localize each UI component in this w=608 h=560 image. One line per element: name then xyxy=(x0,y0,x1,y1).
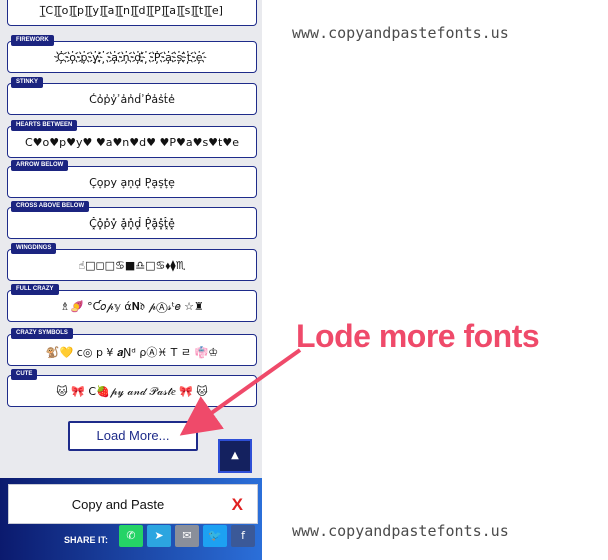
copy-preview-box: Copy and Paste X xyxy=(8,484,258,524)
font-sample-text: C҉o҉p҉y҉ ҉a҉n҉d҉ ҉P҉a҉s҉t҉e҉ xyxy=(56,51,208,64)
font-sample-text: C̾o̾p̾y̾ ̾a̾n̾d̾ ̾P̾a̾s̾t̾e̾ xyxy=(89,93,175,106)
load-more-button[interactable]: Load More... xyxy=(68,421,198,451)
font-sample-text: 🐱 🎀 C🍓𝓅𝓎 𝒶𝓃𝒹 𝒫𝒶𝓈𝓉𝑒 🎀 🐱 xyxy=(56,385,208,398)
arrow-up-icon: ▲ xyxy=(231,450,239,461)
twitter-icon: 🐦 xyxy=(208,529,222,542)
font-card[interactable]: CUTE 🐱 🎀 C🍓𝓅𝓎 𝒶𝓃𝒹 𝒫𝒶𝓈𝓉𝑒 🎀 🐱 xyxy=(7,369,257,407)
copy-preview-text[interactable]: Copy and Paste xyxy=(9,485,227,525)
font-card[interactable]: HEARTS BETWEEN C♥o♥p♥y♥ ♥a♥n♥d♥ ♥P♥a♥s♥t♥… xyxy=(7,120,257,158)
font-card[interactable]: CROSS ABOVE BELOW C͓̽o͓̽p͓̽y͓̽ a͓̽n͓̽d͓̽ … xyxy=(7,201,257,239)
telegram-icon: ➤ xyxy=(154,529,164,542)
font-style-tag: STINKY xyxy=(11,77,44,88)
share-telegram-button[interactable]: ➤ xyxy=(147,525,171,547)
font-style-tag: FIREWORK xyxy=(11,35,54,46)
share-twitter-button[interactable]: 🐦 xyxy=(203,525,227,547)
font-list-panel: [̲̅C][̲̅o][̲̅p][̲̅y][̲̅a][̲̅n][̲̅d][̲̅P]… xyxy=(0,0,262,560)
font-sample-text: C♥o♥p♥y♥ ♥a♥n♥d♥ ♥P♥a♥s♥t♥e xyxy=(25,136,239,149)
font-style-tag: CRAZY SYMBOLS xyxy=(11,328,73,339)
font-style-tag: CUTE xyxy=(11,369,38,380)
font-style-tag: ARROW BELOW xyxy=(11,160,69,171)
font-card[interactable]: [̲̅C][̲̅o][̲̅p][̲̅y][̲̅a][̲̅n][̲̅d][̲̅P]… xyxy=(7,0,257,26)
font-sample-text: C͎o͎p͎y͎ a͎n͎d͎ P͎a͎s͎t͎e͎ xyxy=(89,176,175,189)
email-icon: ✉ xyxy=(182,529,192,542)
font-card[interactable]: ARROW BELOW C͎o͎p͎y͎ a͎n͎d͎ P͎a͎s͎t͎e͎ xyxy=(7,160,257,198)
font-sample-text: [̲̅C][̲̅o][̲̅p][̲̅y][̲̅a][̲̅n][̲̅d][̲̅P]… xyxy=(41,4,223,17)
font-style-tag: HEARTS BETWEEN xyxy=(11,120,78,131)
font-sample-text: C͓̽o͓̽p͓̽y͓̽ a͓̽n͓̽d͓̽ P͓̽a͓̽s͓̽t͓̽e͓̽ xyxy=(89,217,175,230)
font-style-tag: CROSS ABOVE BELOW xyxy=(11,201,90,212)
font-sample-text: 🐒💛 c◎ p ¥ 𝒂Ɲᵈ ρⒶ♓ T ㄹ 👘♔ xyxy=(45,346,219,359)
annotation-label: Lode more fonts xyxy=(296,318,540,354)
font-sample-text: ♗🍠 °Ƈ𝑜𝓅𝕪 ά𝐍𝔡 𝓅Ⓐ𝓈ᵗ𝑒 ☆♜ xyxy=(60,300,204,313)
font-style-tag: FULL CRAZY xyxy=(11,284,59,295)
font-card[interactable]: WINGDINGS ☝︎□︎◻︎□︎♋︎■︎♎︎□︎♋︎⬧︎⧫︎♏︎ xyxy=(7,243,257,281)
share-email-button[interactable]: ✉ xyxy=(175,525,199,547)
font-sample-text: ☝︎□︎◻︎□︎♋︎■︎♎︎□︎♋︎⬧︎⧫︎♏︎ xyxy=(78,259,186,272)
scroll-to-top-button[interactable]: ▲ xyxy=(218,439,252,473)
whatsapp-icon: ✆ xyxy=(126,529,136,542)
font-style-tag: WINGDINGS xyxy=(11,243,57,254)
font-card[interactable]: FULL CRAZY ♗🍠 °Ƈ𝑜𝓅𝕪 ά𝐍𝔡 𝓅Ⓐ𝓈ᵗ𝑒 ☆♜ xyxy=(7,284,257,322)
share-facebook-button[interactable]: f xyxy=(231,525,255,547)
share-label: SHARE IT: xyxy=(64,535,109,545)
watermark-bottom: www.copyandpastefonts.us xyxy=(292,522,509,540)
share-whatsapp-button[interactable]: ✆ xyxy=(119,525,143,547)
watermark-top: www.copyandpastefonts.us xyxy=(292,24,509,42)
font-card[interactable]: FIREWORK C҉o҉p҉y҉ ҉a҉n҉d҉ ҉P҉a҉s҉t҉e҉ xyxy=(7,35,257,73)
font-card[interactable]: STINKY C̾o̾p̾y̾ ̾a̾n̾d̾ ̾P̾a̾s̾t̾e̾ xyxy=(7,77,257,115)
facebook-icon: f xyxy=(241,529,245,542)
close-button[interactable]: X xyxy=(232,485,243,525)
font-card[interactable]: CRAZY SYMBOLS 🐒💛 c◎ p ¥ 𝒂Ɲᵈ ρⒶ♓ T ㄹ 👘♔ xyxy=(7,328,257,366)
